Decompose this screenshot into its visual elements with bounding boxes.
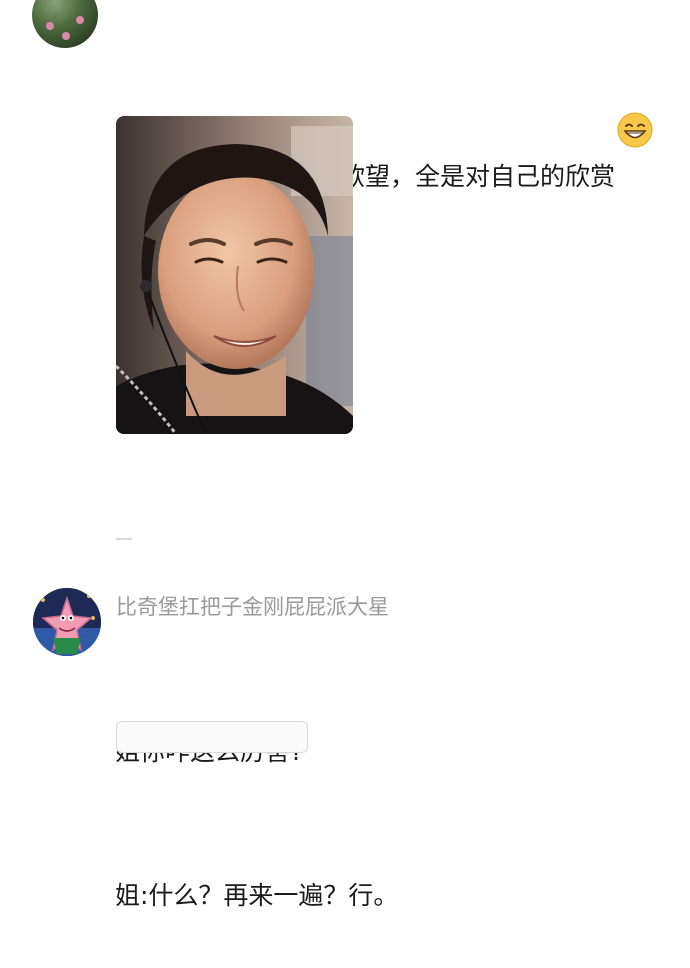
comment-text: 姐你咋这么厉害? 姐:什么？再来一遍？行。 <box>115 632 398 968</box>
commenter-avatar[interactable] <box>33 588 101 656</box>
divider <box>116 538 132 540</box>
reply-preview-box[interactable] <box>116 721 308 753</box>
avatar-flower <box>46 22 54 30</box>
comment-photo[interactable] <box>116 116 353 434</box>
avatar-flower <box>62 32 70 40</box>
smiling-woman-photo-image <box>116 116 353 434</box>
patrick-star-avatar-icon <box>33 588 101 656</box>
comment-line: 姐:什么？再来一遍？行。 <box>115 881 399 910</box>
commenter-avatar[interactable] <box>32 0 98 48</box>
grinning-face-emoji-icon <box>617 22 653 148</box>
comment-username[interactable]: 比奇堡扛把子金刚屁屁派大星 <box>116 592 389 622</box>
avatar-flower <box>76 16 84 24</box>
